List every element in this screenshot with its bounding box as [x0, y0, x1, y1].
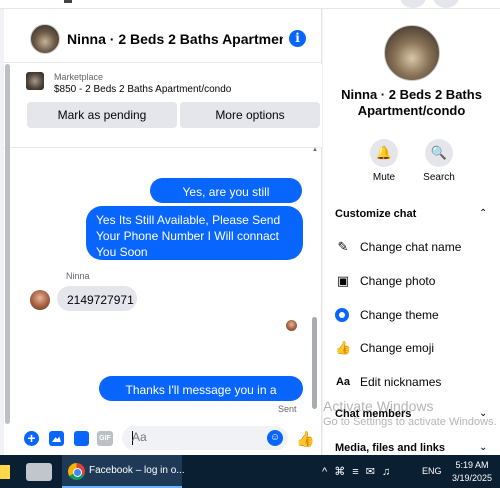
mark-as-pending-button[interactable]: Mark as pending — [27, 102, 177, 128]
listing-thumbnail[interactable] — [26, 72, 44, 90]
clock[interactable]: 5:19 AM 3/19/2025 — [450, 459, 494, 485]
details-title: Ninna · 2 Beds 2 Baths Apartment/condo — [341, 87, 482, 118]
chat-title[interactable]: Ninna · 2 Beds 2 Baths Apartment… — [67, 31, 283, 47]
item-label: Change theme — [360, 308, 439, 322]
more-options-button[interactable]: More options — [180, 102, 320, 128]
scroll-up-arrow[interactable]: ▲ — [312, 147, 318, 153]
marketplace-banner: Marketplace $850 - 2 Beds 2 Baths Apartm… — [4, 64, 322, 148]
thumbs-up-icon[interactable]: 👍 — [296, 430, 315, 448]
mute-label[interactable]: Mute — [359, 172, 409, 183]
windows-taskbar: Facebook – log in o... ^ ⌘ ≡ ✉ ♫ ENG 5:1… — [0, 455, 500, 488]
activate-windows-subtext: Go to Settings to activate Windows. — [323, 416, 497, 428]
pencil-icon: ✎ — [337, 239, 349, 254]
chat-details-panel: Ninna · 2 Beds 2 Baths Apartment/condo 🔔… — [323, 9, 500, 455]
theme-icon — [335, 308, 349, 322]
browser-top-strip — [0, 0, 500, 9]
sender-name: Ninna — [66, 271, 90, 281]
clock-time: 5:19 AM — [455, 460, 489, 470]
language-indicator[interactable]: ENG — [422, 466, 442, 476]
gif-icon[interactable]: GIF — [97, 431, 113, 446]
message-bubble-incoming[interactable]: 2149727971 — [57, 286, 137, 311]
message-bubble-outgoing[interactable]: Yes Its Still Available, Please Send You… — [86, 206, 303, 260]
change-photo-item[interactable]: ▣ Change photo — [335, 270, 495, 292]
listing-description[interactable]: $850 - 2 Beds 2 Baths Apartment/condo — [54, 84, 231, 95]
activate-windows-watermark: Activate Windows — [323, 398, 434, 414]
info-icon[interactable]: i — [289, 30, 306, 47]
emoji-icon[interactable]: ☺ — [267, 430, 283, 446]
message-status: Sent — [278, 404, 297, 414]
chevron-up-icon[interactable]: ⌃ — [479, 208, 487, 219]
chrome-icon — [68, 463, 85, 480]
media-files-links-header[interactable]: Media, files and links — [335, 442, 445, 454]
taskbar-app-icon[interactable] — [26, 463, 52, 481]
folder-icon[interactable] — [0, 465, 10, 479]
image-icon: ▣ — [336, 273, 350, 288]
header-circle-button[interactable] — [433, 0, 459, 8]
seen-indicator-avatar — [286, 320, 297, 331]
clock-date: 3/19/2025 — [451, 473, 493, 483]
chat-panel: Ninna · 2 Beds 2 Baths Apartment… i Mark… — [4, 9, 322, 455]
left-scrollbar[interactable] — [4, 64, 11, 434]
change-theme-item[interactable]: Change theme — [335, 304, 495, 326]
sticker-icon[interactable] — [74, 431, 89, 446]
scrollbar-thumb[interactable] — [312, 317, 317, 409]
item-label: Change emoji — [360, 341, 435, 355]
chat-header: Ninna · 2 Beds 2 Baths Apartment… i — [4, 9, 322, 63]
tab-indicator — [64, 0, 72, 3]
listing-photo[interactable] — [384, 25, 440, 81]
messages-scrollbar[interactable]: ▲ — [311, 147, 319, 419]
chevron-down-icon[interactable]: ⌄ — [479, 442, 487, 453]
message-bubble-outgoing[interactable]: Thanks I'll message you in a moment — [99, 376, 303, 413]
thumbs-up-icon: 👍 — [335, 340, 352, 355]
taskbar-app-label: Facebook – log in o... — [89, 465, 185, 476]
header-circle-button[interactable] — [400, 0, 426, 8]
search-label[interactable]: Search — [414, 172, 464, 183]
chat-avatar[interactable] — [30, 24, 60, 54]
message-input-container[interactable]: ☺ — [122, 426, 288, 450]
message-bubble-outgoing[interactable]: Yes, are you still interested? — [150, 178, 302, 215]
message-input[interactable] — [132, 430, 262, 444]
item-label: Change chat name — [360, 240, 462, 254]
change-chat-name-item[interactable]: ✎ Change chat name — [335, 236, 495, 258]
taskbar-browser-item[interactable]: Facebook – log in o... — [62, 455, 185, 488]
edit-nicknames-item[interactable]: Aa Edit nicknames — [335, 371, 495, 393]
search-icon[interactable]: 🔍 — [425, 139, 453, 167]
sender-avatar[interactable] — [30, 290, 50, 310]
bell-icon[interactable]: 🔔 — [370, 139, 398, 167]
scrollbar-thumb[interactable] — [5, 64, 10, 424]
customize-chat-header[interactable]: Customize chat — [335, 208, 416, 220]
change-emoji-item[interactable]: 👍 Change emoji — [335, 337, 495, 359]
plus-icon[interactable]: + — [24, 431, 39, 446]
item-label: Edit nicknames — [360, 375, 442, 389]
photo-icon[interactable] — [49, 431, 64, 446]
nickname-icon: Aa — [335, 376, 351, 388]
marketplace-label: Marketplace — [54, 72, 104, 82]
system-tray[interactable]: ^ ⌘ ≡ ✉ ♫ — [322, 465, 392, 478]
item-label: Change photo — [360, 274, 436, 288]
message-composer: + GIF ☺ 👍 — [4, 423, 322, 455]
